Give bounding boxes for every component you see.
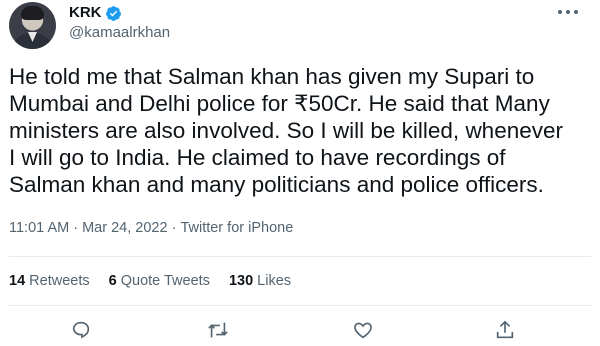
quote-tweets-count: 6 [108,273,117,289]
retweets-count: 14 [9,273,26,289]
likes-label: Likes [257,273,292,289]
tweet-time[interactable]: 11:01 AM [9,220,69,236]
tweet-text: He told me that Salman khan has given my… [9,64,563,197]
tweet-date[interactable]: Mar 24, 2022 [82,220,167,236]
dot [566,10,570,14]
likes-stat[interactable]: 130 Likes [229,273,291,289]
retweet-icon[interactable] [207,319,231,343]
avatar[interactable] [9,2,56,49]
dot [558,10,562,14]
separator: · [69,220,83,236]
retweets-stat[interactable]: 14 Retweets [9,273,90,289]
more-options-icon[interactable] [558,8,578,16]
divider [9,305,591,306]
divider [9,256,591,257]
tweet-source[interactable]: Twitter for iPhone [180,220,293,236]
likes-count: 130 [228,273,254,289]
like-icon[interactable] [352,319,376,343]
verified-badge-icon [105,5,121,21]
separator: · [167,220,181,236]
share-icon[interactable] [494,319,518,343]
author-handle[interactable]: @kamaalrkhan [69,24,170,41]
engagement-stats: 14 Retweets 6 Quote Tweets 130 Likes [9,273,291,289]
avatar-hair [21,6,44,20]
retweets-label: Retweets [29,273,90,289]
author-name-row[interactable]: KRK [69,4,122,22]
action-bar [0,319,600,339]
tweet-card: KRK @kamaalrkhan He told me that Salman … [0,0,600,339]
dot [574,10,578,14]
quote-tweets-label: Quote Tweets [120,273,210,289]
display-name[interactable]: KRK [69,4,102,22]
reply-icon[interactable] [70,319,94,343]
tweet-meta: 11:01 AM · Mar 24, 2022 · Twitter for iP… [9,220,293,236]
quote-tweets-stat[interactable]: 6 Quote Tweets [109,273,210,289]
